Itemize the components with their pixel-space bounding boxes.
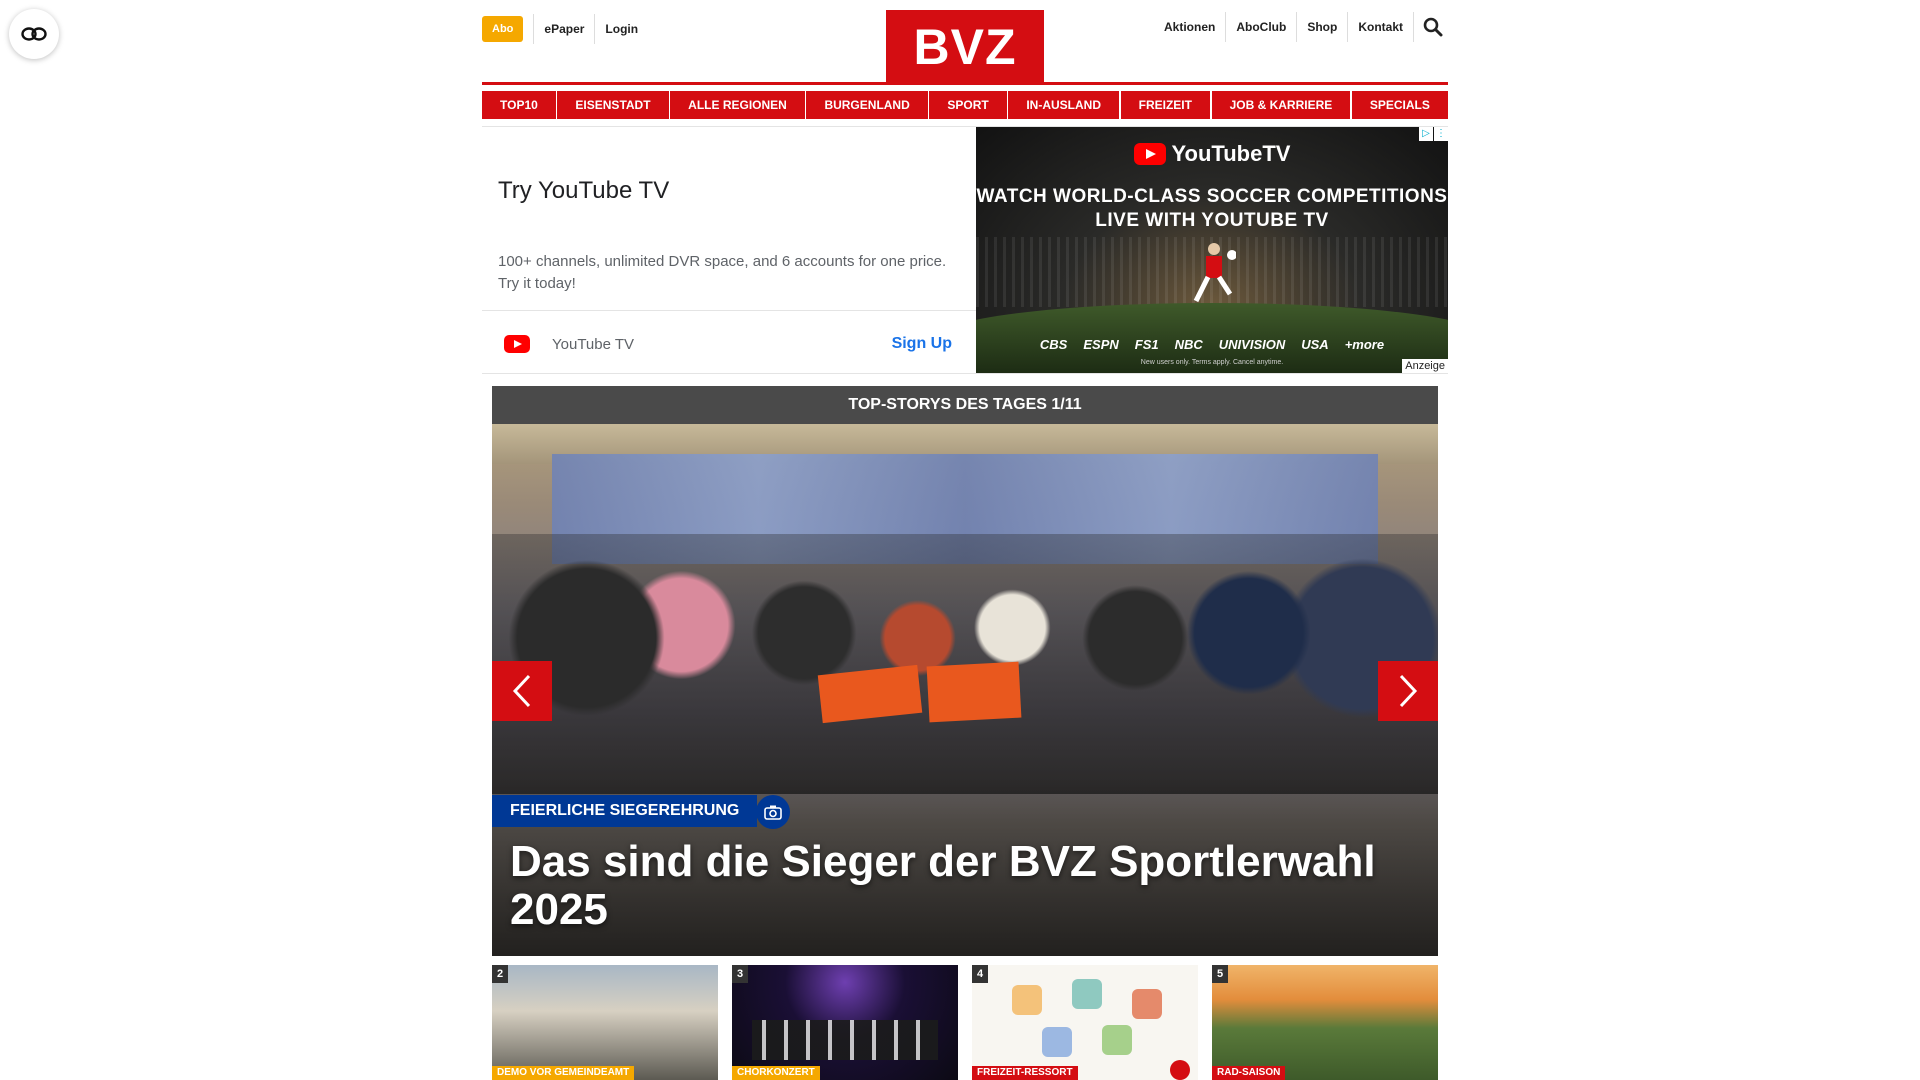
story-label: RAD-SAISON [1212,1066,1286,1080]
nav-item-burgenland[interactable]: BURGENLAND [806,91,928,119]
aktionen-link[interactable]: Aktionen [1154,12,1227,42]
ad-choices-icon[interactable]: ▷ [1419,127,1433,141]
bvz-logo[interactable]: BVZ [886,10,1044,84]
banner-brand: YouTubeTV [1171,141,1291,166]
nav-item-specials[interactable]: SPECIALS [1351,91,1448,119]
ad-signup-button[interactable]: Sign Up [892,335,952,353]
hero-headline[interactable]: Das sind die Sieger der BVZ Sportlerwahl… [510,838,1410,934]
network-logos: CBS ESPN FS1 NBC UNIVISION USA +more [976,337,1448,352]
chevron-right-icon [1399,674,1418,708]
soccer-player-icon [1193,243,1236,303]
abo-button[interactable]: Abo [482,16,524,42]
nav-item-freizeit[interactable]: FREIZEIT [1120,91,1210,119]
ad-fine-print: New users only. Terms apply. Cancel anyt… [1140,359,1284,366]
main-nav: TOP10 EISENSTADT ALLE REGIONEN BURGENLAN… [482,91,1448,119]
story-thumbnails: 2 DEMO VOR GEMEINDEAMT 3 CHORKONZERT 4 F… [492,965,1438,1080]
hero-category-tag[interactable]: FEIERLICHE SIEGEREHRUNG [492,795,758,827]
illustration-shape [1012,985,1042,1015]
network-univision: UNIVISION [1218,337,1286,352]
story-number: 4 [972,965,988,983]
epaper-link[interactable]: ePaper [533,14,594,44]
network-usa: USA [1301,337,1329,352]
nav-item-alle-regionen[interactable]: ALLE REGIONEN [670,91,805,119]
nav-item-sport[interactable]: SPORT [929,91,1007,119]
search-button[interactable] [1418,12,1448,42]
network-fs1: FS1 [1134,337,1159,352]
chevron-left-icon [512,674,531,708]
ad-brand: YouTube TV [504,335,634,353]
youtube-logo-icon [1133,143,1166,165]
login-link[interactable]: Login [594,14,648,44]
illustration-shape [1102,1025,1132,1055]
site-header: Abo ePaper Login BVZ Aktionen AboClub Sh… [482,0,1448,85]
slider-next-button[interactable] [1378,661,1438,721]
top-stories-header: TOP-STORYS DES TAGES 1/11 [492,386,1438,424]
youtube-tv-logo: YouTubeTV [976,141,1448,167]
story-number: 3 [732,965,748,983]
anzeige-label: Anzeige [1402,359,1448,373]
story-number: 5 [1212,965,1228,983]
story-label: DEMO VOR GEMEINDEAMT [492,1066,635,1080]
illustration-shape [1132,989,1162,1019]
story-thumb-3[interactable]: 3 CHORKONZERT [732,965,958,1080]
illustration-shape [1042,1027,1072,1057]
nav-item-eisenstadt[interactable]: EISENSTADT [557,91,669,119]
accessibility-icon [21,27,47,41]
header-right-links: Aktionen AboClub Shop Kontakt [1154,12,1448,42]
story-thumb-5[interactable]: 5 RAD-SAISON [1212,965,1438,1080]
slider-prev-button[interactable] [492,661,552,721]
network-cbs: CBS [1039,337,1068,352]
ad-divider [482,310,976,311]
ad-menu-icon[interactable]: ⋮ [1434,127,1448,141]
story-thumb-2[interactable]: 2 DEMO VOR GEMEINDEAMT [492,965,718,1080]
story-label: FREIZEIT-RESSORT [972,1066,1078,1080]
kontakt-link[interactable]: Kontakt [1348,12,1414,42]
prize-check [926,661,1022,723]
aboclub-link[interactable]: AboClub [1226,12,1298,42]
shop-link[interactable]: Shop [1297,12,1349,42]
banner-headline: WATCH WORLD-CLASS SOCCER COMPETITIONS LI… [976,186,1448,231]
nav-item-in-ausland[interactable]: IN-AUSLAND [1008,91,1120,119]
network-more: +more [1344,337,1385,352]
story-number: 2 [492,965,508,983]
youtube-icon [504,335,530,353]
ad-banner-image[interactable]: YouTubeTV WATCH WORLD-CLASS SOCCER COMPE… [976,127,1448,373]
ad-description: 100+ channels, unlimited DVR space, and … [498,253,947,292]
header-divider [482,82,1448,85]
gallery-badge [756,795,790,829]
header-left-links: Abo ePaper Login [482,14,648,44]
nav-item-job-karriere[interactable]: JOB & KARRIERE [1211,91,1351,119]
network-espn: ESPN [1083,337,1119,352]
ad-brand-label: YouTube TV [552,335,635,353]
nav-item-top10[interactable]: TOP10 [482,91,556,119]
story-thumb-4[interactable]: 4 FREIZEIT-RESSORT [972,965,1198,1080]
illustration-shape [1072,979,1102,1009]
choir-singers [752,1020,938,1060]
ad-text-panel[interactable]: Try YouTube TV 100+ channels, unlimited … [482,127,976,373]
story-label: CHORKONZERT [732,1066,820,1080]
camera-icon [1170,1060,1190,1080]
ad-choices[interactable]: ▷ ⋮ [1418,127,1448,141]
camera-icon [764,805,782,820]
advertisement: Try YouTube TV 100+ channels, unlimited … [482,126,1448,374]
accessibility-button[interactable] [9,9,59,59]
network-nbc: NBC [1174,337,1203,352]
search-icon [1423,17,1443,37]
ad-title[interactable]: Try YouTube TV [498,177,669,205]
